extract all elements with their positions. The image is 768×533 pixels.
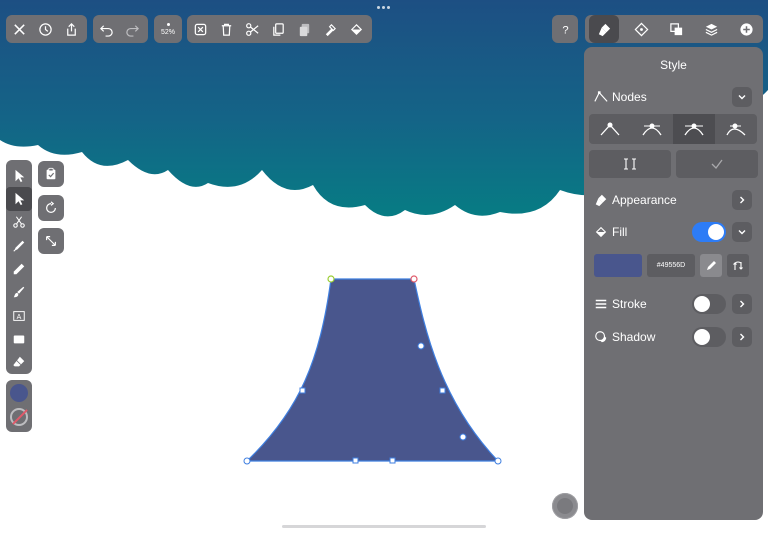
zoom-control[interactable]: 52%: [154, 15, 182, 43]
boolean-icon[interactable]: [663, 15, 689, 43]
node-handle: [494, 457, 502, 465]
zoom-level: 52%: [160, 28, 175, 36]
stroke-color-well[interactable]: [10, 408, 28, 426]
duplicate-style-icon[interactable]: [317, 15, 343, 43]
help-icon[interactable]: ?: [552, 15, 578, 43]
deselect-icon[interactable]: [187, 15, 213, 43]
fill-bucket-icon: [593, 224, 609, 240]
pencil-icon[interactable]: [6, 257, 32, 280]
tools-palette: A: [6, 160, 32, 374]
clipboard-check-button[interactable]: [38, 161, 64, 187]
stroke-label: Stroke: [612, 297, 647, 311]
trash-icon[interactable]: [213, 15, 239, 43]
color-wells: [6, 380, 32, 432]
fill-color-swatch[interactable]: [594, 254, 642, 277]
rotate-icon: [46, 201, 56, 213]
chevron-down-icon[interactable]: [732, 87, 752, 107]
inspector-toolbar: [585, 15, 763, 43]
node-handle: [299, 387, 306, 394]
nodes-icon: [593, 89, 609, 105]
shadow-row[interactable]: Shadow: [584, 325, 763, 349]
appearance-label: Appearance: [612, 193, 677, 207]
undo-icon[interactable]: [93, 15, 119, 43]
sharp-node-button[interactable]: [589, 114, 631, 144]
paste-icon[interactable]: [291, 15, 317, 43]
style-brush-icon[interactable]: [589, 15, 619, 43]
shadow-toggle[interactable]: [692, 327, 726, 347]
node-end-handle[interactable]: [410, 275, 418, 283]
node-handle: [459, 433, 467, 441]
multitask-handle[interactable]: [377, 6, 390, 9]
history-toolbar: [93, 15, 148, 43]
text-tool-icon[interactable]: A: [6, 304, 32, 327]
swap-colors-button[interactable]: [727, 254, 749, 277]
chevron-right-icon[interactable]: [732, 190, 752, 210]
chevron-down-icon[interactable]: [732, 222, 752, 242]
clipboard-icon: [46, 167, 56, 180]
resize-arrows-icon: [46, 236, 56, 246]
eraser-icon[interactable]: [6, 351, 32, 374]
share-icon[interactable]: [58, 15, 84, 43]
fill-row[interactable]: Fill: [584, 220, 763, 244]
nodes-label: Nodes: [612, 90, 647, 104]
swap-icon: [733, 261, 743, 270]
stroke-toggle[interactable]: [692, 294, 726, 314]
eyedropper-icon: [707, 260, 716, 270]
asymmetric-node-button[interactable]: [715, 114, 757, 144]
node-handle: [352, 457, 359, 464]
close-icon[interactable]: [6, 15, 32, 43]
select-arrow-icon[interactable]: [6, 164, 32, 187]
stroke-row[interactable]: Stroke: [584, 292, 763, 316]
break-node-button[interactable]: [589, 150, 671, 178]
home-indicator[interactable]: [282, 525, 486, 528]
node-arrow-icon[interactable]: [6, 187, 32, 211]
confirm-node-button[interactable]: [676, 150, 758, 178]
node-handle: [243, 457, 251, 465]
scissors-icon[interactable]: [239, 15, 265, 43]
node-handle: [389, 457, 396, 464]
node-handle: [439, 387, 446, 394]
node-action-segment: [589, 150, 758, 178]
brush-icon[interactable]: [6, 281, 32, 304]
nodes-diamond-icon[interactable]: [628, 15, 654, 43]
node-handle: [417, 342, 425, 350]
rotate-button[interactable]: [38, 195, 64, 221]
redo-icon[interactable]: [119, 15, 145, 43]
node-start-handle[interactable]: [327, 275, 335, 283]
panel-title: Style: [660, 58, 687, 72]
brush-style-icon: [593, 192, 609, 208]
node-type-segment: [589, 114, 757, 144]
add-icon[interactable]: [733, 15, 759, 43]
style-panel: Style Nodes Appearance Fill #49556D Stro…: [584, 47, 763, 520]
assistive-touch-button[interactable]: [552, 493, 578, 519]
smooth-node-button[interactable]: [631, 114, 673, 144]
fill-color-well[interactable]: [10, 384, 28, 402]
file-toolbar: [6, 15, 87, 43]
svg-text:?: ?: [562, 24, 568, 36]
stroke-lines-icon: [593, 296, 609, 312]
shadow-icon: [593, 329, 609, 345]
chevron-right-icon[interactable]: [732, 294, 752, 314]
layers-icon[interactable]: [698, 15, 724, 43]
help-toolbar: ?: [552, 15, 578, 43]
chevron-right-icon[interactable]: [732, 327, 752, 347]
resize-button[interactable]: [38, 228, 64, 254]
fill-toggle[interactable]: [692, 222, 726, 242]
trapezoid-shape[interactable]: [245, 278, 500, 462]
scissors-tool-icon[interactable]: [6, 211, 32, 234]
appearance-row[interactable]: Appearance: [584, 188, 763, 212]
eyedropper-button[interactable]: [700, 254, 722, 277]
shadow-label: Shadow: [612, 330, 656, 344]
copy-icon[interactable]: [265, 15, 291, 43]
clear-fill-icon[interactable]: [343, 15, 369, 43]
pen-icon[interactable]: [6, 234, 32, 257]
fill-label: Fill: [612, 225, 628, 239]
nodes-row[interactable]: Nodes: [584, 85, 763, 109]
rectangle-tool-icon[interactable]: [6, 327, 32, 350]
fill-hex-value[interactable]: #49556D: [647, 254, 695, 277]
edit-toolbar: [187, 15, 372, 43]
symmetric-node-button[interactable]: [673, 114, 715, 144]
history-icon[interactable]: [32, 15, 58, 43]
svg-text:A: A: [17, 314, 22, 321]
